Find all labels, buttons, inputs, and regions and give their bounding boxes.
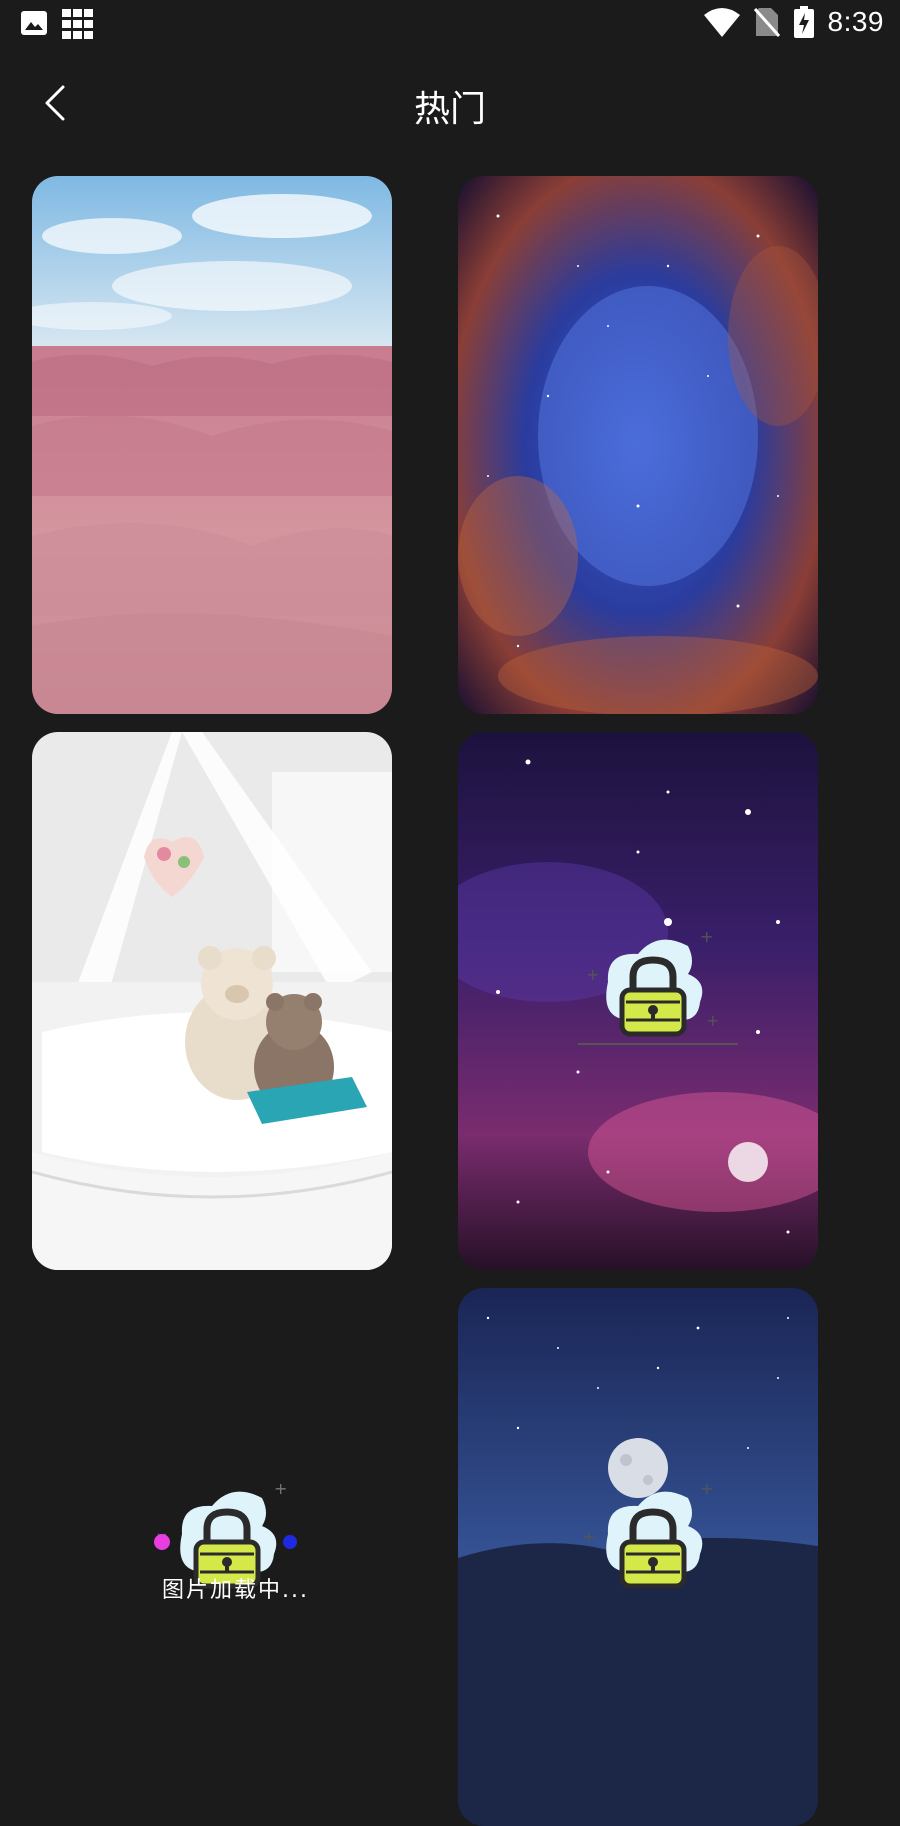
svg-text:+: + [700,1484,713,1498]
wallpaper-image [32,176,392,714]
wallpaper-card-blue-nebula[interactable] [458,176,818,714]
wallpaper-card-moon-night[interactable]: + + [458,1288,818,1826]
svg-text:+: + [582,1527,595,1546]
svg-text:+: + [586,965,599,984]
svg-text:+: + [274,1484,287,1498]
loading-text: 图片加载中... [162,1578,309,1603]
app-bar: 热门 [0,60,900,150]
svg-text:+: + [700,932,713,946]
wallpaper-image [458,176,818,714]
lock-icon: + + + [578,932,738,1045]
wallpaper-image [32,732,392,1270]
wifi-icon [703,8,740,37]
grid-icon [62,9,93,39]
page-title: 热门 [413,89,486,130]
status-bar: 8:39 [0,0,900,50]
no-sim-icon [753,8,780,37]
svg-text:+: + [706,1011,719,1030]
lock-icon: + + [582,1484,713,1589]
wallpaper-card-purple-galaxy[interactable]: + + + [458,732,818,1270]
wallpaper-card-pink-field[interactable] [32,176,392,714]
wallpaper-card-loading[interactable]: × + [32,1288,392,1826]
clock: 8:39 [827,6,884,37]
battery-charging-icon [793,6,814,38]
wallpaper-card-teddy-cradle[interactable] [32,732,392,1270]
image-icon [21,11,47,35]
